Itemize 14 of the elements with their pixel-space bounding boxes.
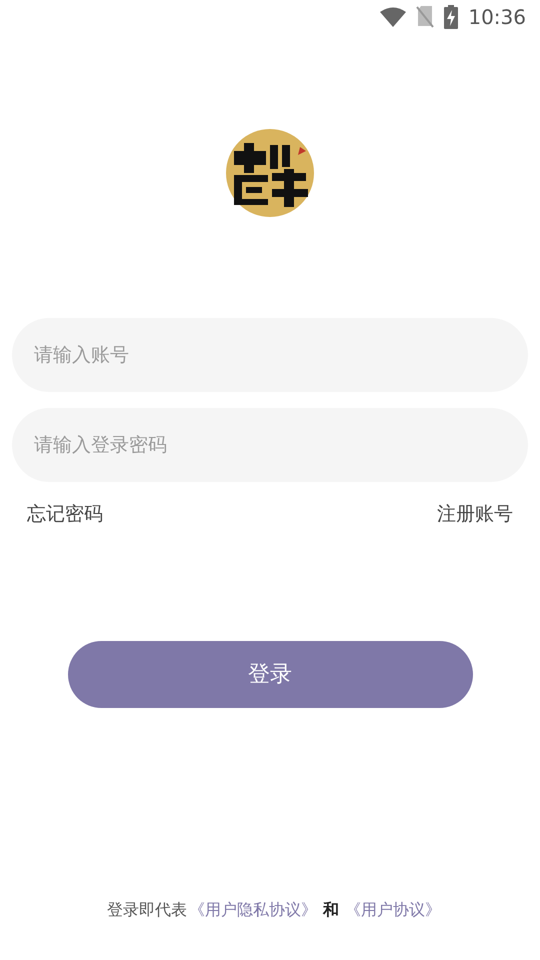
agreement-text: 和 [323,899,339,921]
password-input-field[interactable]: 请输入登录密码 [12,408,528,482]
register-link[interactable]: 注册账号 [437,500,513,528]
forgot-password-link[interactable]: 忘记密码 [27,500,103,528]
account-input-field[interactable]: 请输入账号 [12,318,528,392]
agreement-link[interactable]: 《用户协议》 [345,898,441,922]
agreement-text: 登录即代表 [107,899,187,921]
agreement-link[interactable]: 《用户隐私协议》 [189,898,317,922]
battery-charging-icon [444,5,458,29]
no-sim-icon [416,6,434,28]
logo-icon [226,129,314,217]
wifi-icon [380,7,406,27]
clock-time: 10:36 [468,4,526,31]
login-button[interactable]: 登录 [68,640,472,708]
